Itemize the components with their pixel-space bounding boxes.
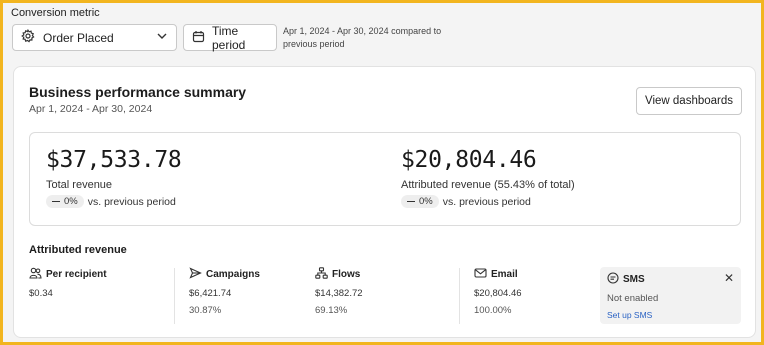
flat-trend-icon: [407, 200, 415, 203]
flows-column: Flows $14,382.72 69.13%: [315, 266, 363, 324]
mail-icon: [474, 267, 491, 282]
view-dashboards-button[interactable]: View dashboards: [636, 87, 742, 115]
per-recipient-column: Per recipient $0.34: [29, 266, 107, 324]
attributed-revenue-value: $20,804.46: [401, 147, 537, 173]
sms-status: Not enabled: [607, 293, 659, 304]
page-title: Business performance summary: [29, 84, 247, 100]
total-revenue-value: $37,533.78: [46, 147, 182, 173]
campaigns-value: $6,421.74: [189, 288, 232, 299]
attributed-revenue-metric: $20,804.46 Attributed revenue (55.43% of…: [401, 147, 575, 208]
attributed-revenue-title: Attributed revenue: [29, 244, 127, 256]
flow-icon: [315, 266, 332, 282]
email-percent: 100.00%: [474, 305, 512, 316]
sms-panel: SMS Not enabled Set up SMS ✕: [600, 267, 741, 324]
column-divider: [174, 268, 175, 324]
chat-icon: [607, 271, 619, 287]
business-summary-card: Business performance summary Apr 1, 2024…: [13, 66, 756, 338]
flows-value: $14,382.72: [315, 288, 363, 299]
comparison-range-text: Apr 1, 2024 - Apr 30, 2024 compared to p…: [283, 26, 442, 49]
flows-percent: 69.13%: [315, 305, 348, 316]
attributed-revenue-change: 0% vs. previous period: [401, 195, 575, 208]
conversion-metric-select[interactable]: Order Placed: [12, 24, 177, 51]
campaigns-column: Campaigns $6,421.74 30.87%: [189, 266, 260, 324]
close-icon[interactable]: ✕: [724, 271, 734, 285]
conversion-metric-value: Order Placed: [43, 30, 114, 45]
change-suffix: vs. previous period: [87, 195, 176, 208]
change-badge: 0%: [401, 195, 439, 208]
date-range: Apr 1, 2024 - Apr 30, 2024: [29, 103, 153, 115]
email-value: $20,804.46: [474, 288, 522, 299]
column-divider: [459, 268, 460, 324]
calendar-icon: [192, 30, 205, 46]
change-badge: 0%: [46, 195, 84, 208]
setup-sms-link[interactable]: Set up SMS: [607, 310, 734, 320]
settings-gear-icon: [21, 28, 35, 46]
conversion-metric-label: Conversion metric: [11, 7, 100, 19]
send-icon: [189, 266, 206, 282]
flows-label: Flows: [332, 268, 361, 280]
users-icon: [29, 267, 46, 282]
revenue-summary-box: $37,533.78 Total revenue 0% vs. previous…: [29, 132, 741, 226]
sms-label: SMS: [623, 273, 645, 285]
time-period-button[interactable]: Time period: [183, 23, 277, 52]
email-label: Email: [491, 268, 518, 280]
email-column: Email $20,804.46 100.00%: [474, 266, 522, 324]
campaigns-percent: 30.87%: [189, 305, 222, 316]
change-suffix: vs. previous period: [442, 195, 531, 208]
total-revenue-label: Total revenue: [46, 179, 113, 191]
attributed-revenue-label: Attributed revenue (55.43% of total): [401, 179, 575, 191]
total-revenue-change: 0% vs. previous period: [46, 195, 181, 208]
chevron-down-icon: [156, 30, 168, 45]
time-period-label: Time period: [212, 23, 246, 52]
per-recipient-value: $0.34: [29, 288, 53, 299]
campaigns-label: Campaigns: [206, 268, 260, 280]
flat-trend-icon: [52, 200, 60, 203]
app-frame: Conversion metric Order Placed Time peri…: [0, 0, 764, 345]
per-recipient-label: Per recipient: [46, 268, 107, 280]
total-revenue-metric: $37,533.78 Total revenue 0% vs. previous…: [46, 147, 182, 208]
